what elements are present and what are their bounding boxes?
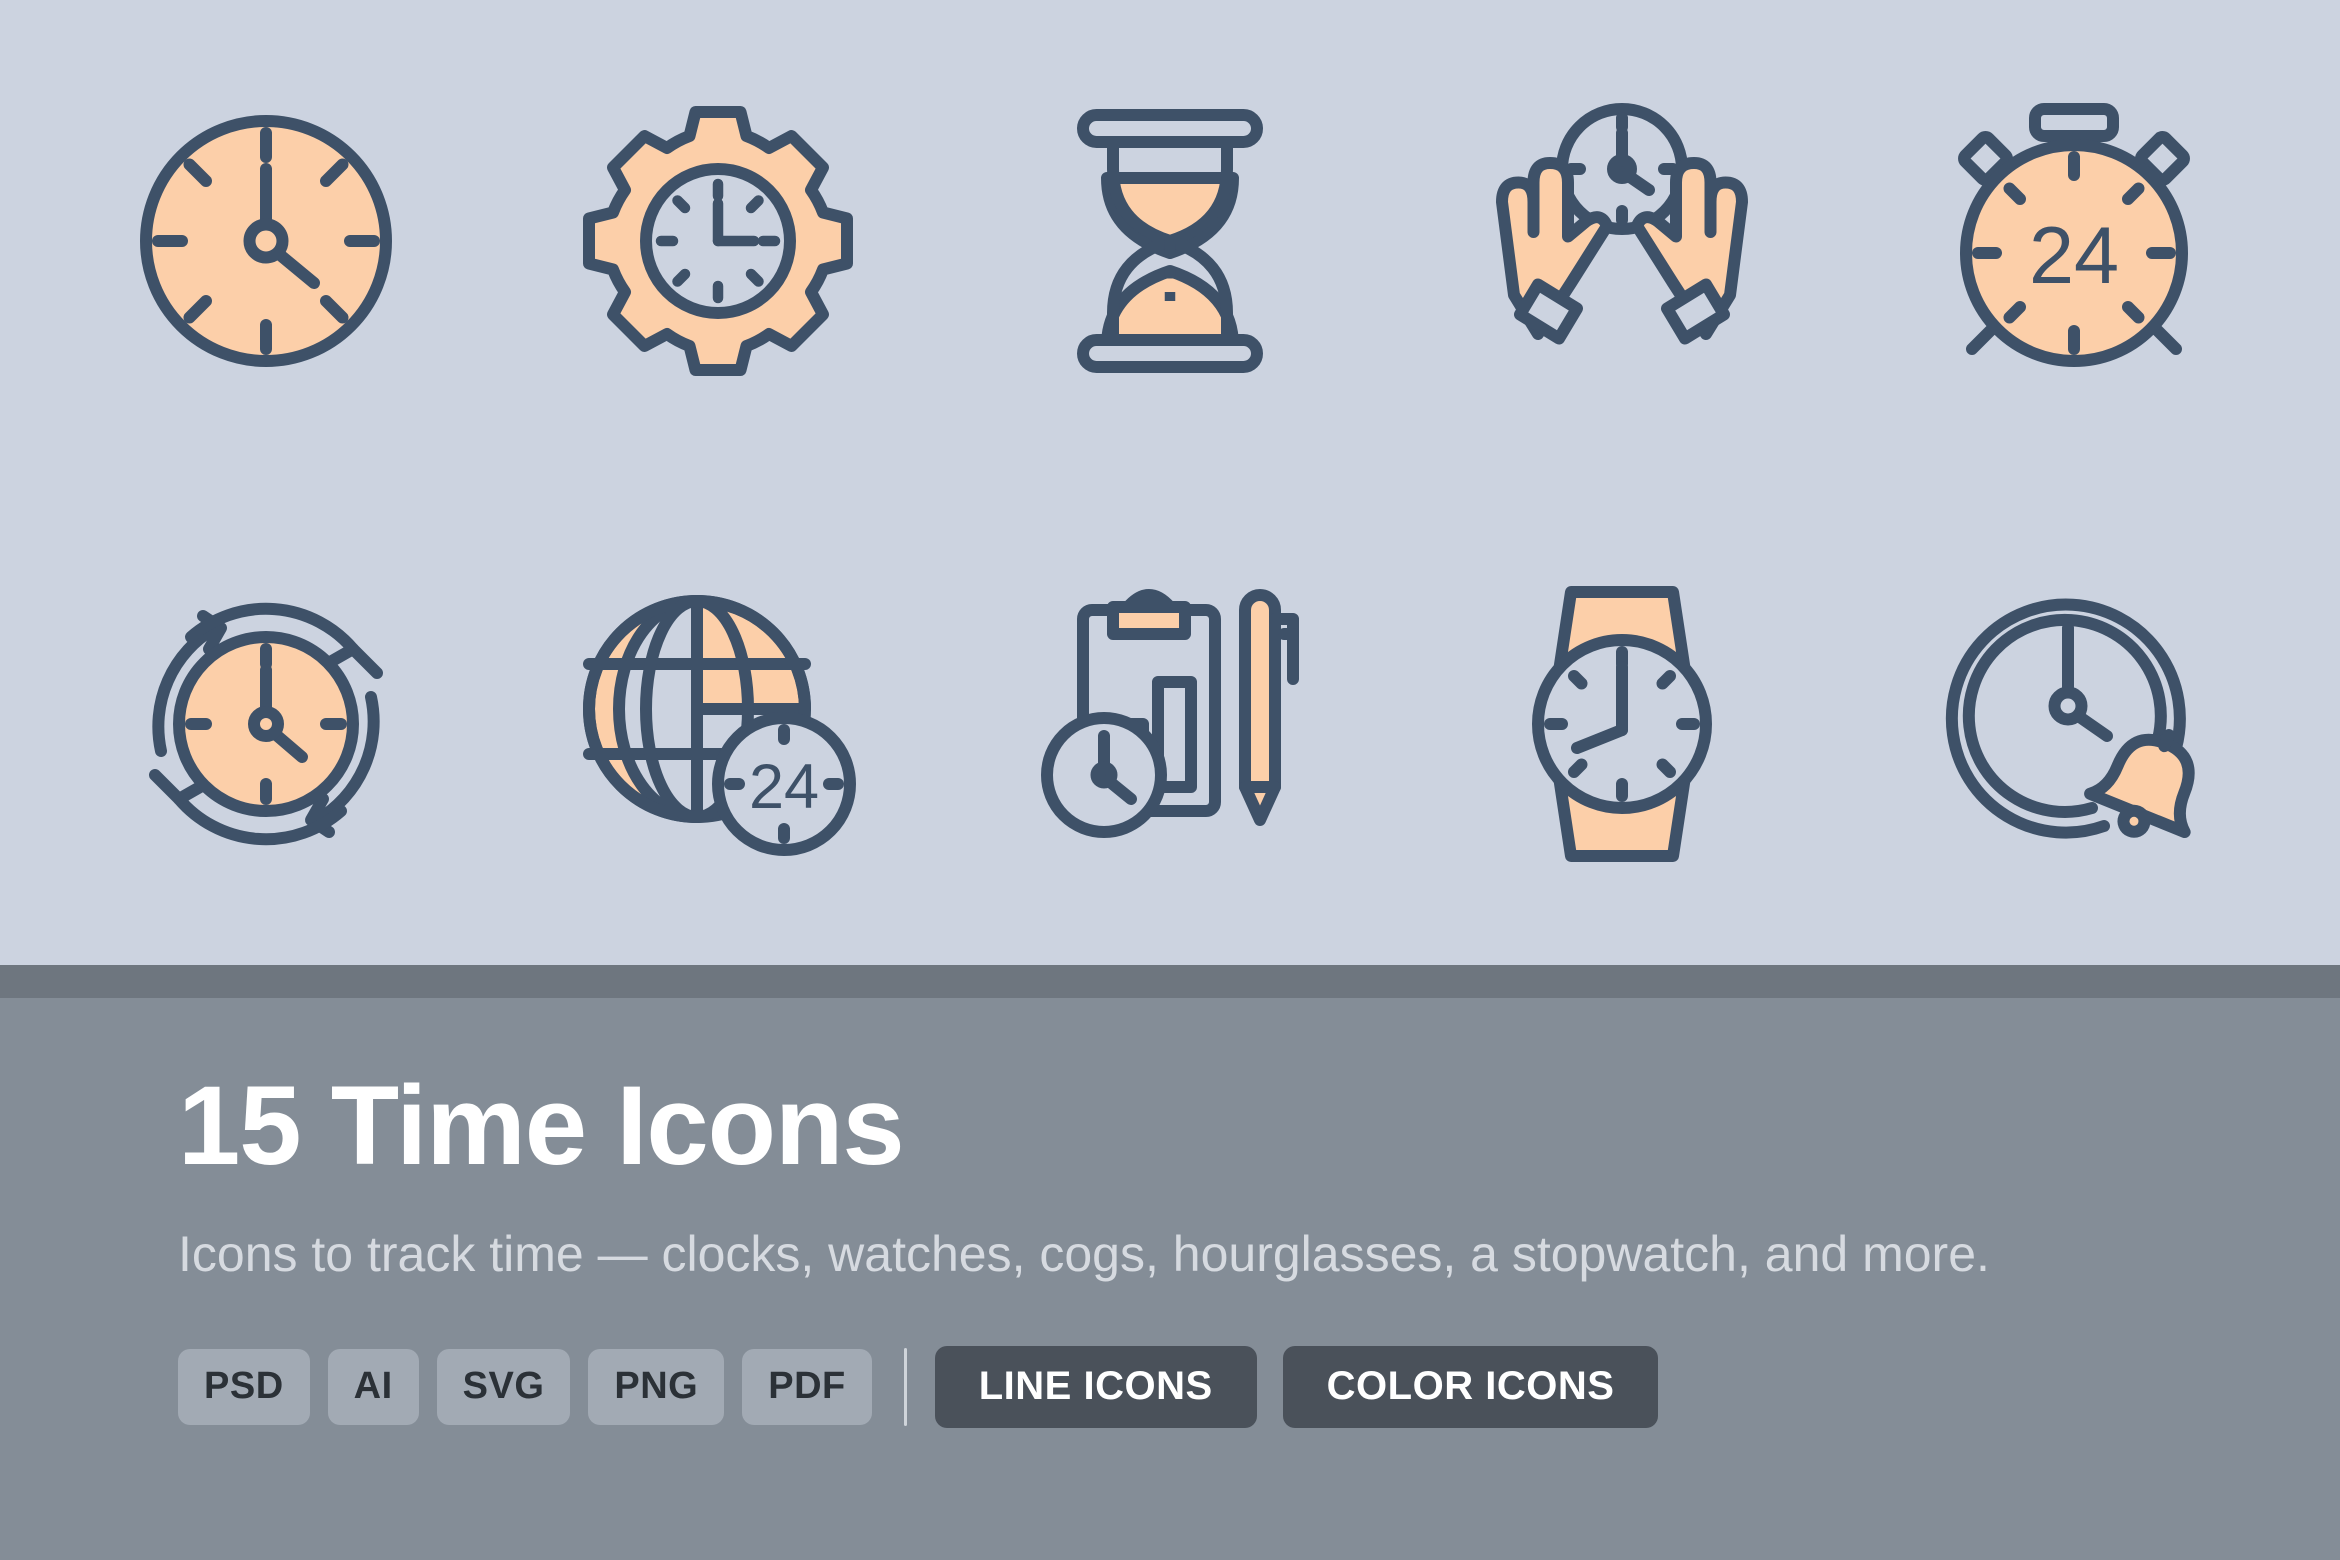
- recurring-clock-icon: [149, 602, 383, 845]
- icon-cell-hands-clock[interactable]: [1457, 76, 1787, 406]
- cog-clock-icon: [583, 106, 853, 377]
- icon-showcase-band: 24 24: [0, 0, 2340, 965]
- wristwatch-icon: [1532, 585, 1712, 862]
- page-title: 15 Time Icons: [178, 1063, 905, 1188]
- icon-cell-clock[interactable]: [101, 76, 431, 406]
- icon-pack-showcase: 24 24 15 Time Icons Icons to track time …: [0, 0, 2340, 1560]
- stopwatch-24-label: 24: [2029, 211, 2119, 301]
- icon-cell-cog-clock[interactable]: [553, 76, 883, 406]
- alarm-clock-bell-icon: [1945, 598, 2195, 839]
- color-icons-button[interactable]: COLOR ICONS: [1282, 1345, 1659, 1428]
- format-and-action-row: PSD AI SVG PNG PDF LINE ICONS COLOR ICON…: [178, 1345, 2278, 1428]
- line-icons-button[interactable]: LINE ICONS: [934, 1345, 1257, 1428]
- vertical-separator: [903, 1347, 907, 1426]
- band-divider: [0, 965, 2340, 998]
- clipboard-clock-pen-icon: [1041, 588, 1299, 838]
- format-badge-psd[interactable]: PSD: [178, 1348, 310, 1425]
- clock-icon: [140, 115, 392, 368]
- footer-content: 15 Time Icons Icons to track time — cloc…: [178, 1070, 2278, 1428]
- format-badge-ai[interactable]: AI: [327, 1348, 419, 1425]
- icon-cell-globe-24[interactable]: 24: [553, 559, 883, 889]
- globe-24-label: 24: [749, 752, 819, 822]
- stopwatch-24-icon: 24: [1958, 103, 2190, 368]
- page-subtitle: Icons to track time — clocks, watches, c…: [178, 1226, 1990, 1282]
- icon-cell-stopwatch-24[interactable]: 24: [1909, 76, 2239, 406]
- icon-grid: 24 24: [0, 0, 2340, 965]
- icon-cell-alarm-clock-bell[interactable]: [1909, 559, 2239, 889]
- globe-24-icon: 24: [583, 594, 856, 856]
- format-badge-png[interactable]: PNG: [588, 1348, 725, 1425]
- icon-cell-recurring-clock[interactable]: [101, 559, 431, 889]
- format-badge-pdf[interactable]: PDF: [742, 1348, 872, 1425]
- hourglass-icon: [1077, 109, 1263, 374]
- icon-cell-wristwatch[interactable]: [1457, 559, 1787, 889]
- icon-cell-clipboard-clock[interactable]: [1005, 559, 1335, 889]
- format-badge-svg[interactable]: SVG: [436, 1348, 571, 1425]
- icon-cell-hourglass[interactable]: [1005, 76, 1335, 406]
- hands-holding-clock-icon: [1496, 103, 1748, 345]
